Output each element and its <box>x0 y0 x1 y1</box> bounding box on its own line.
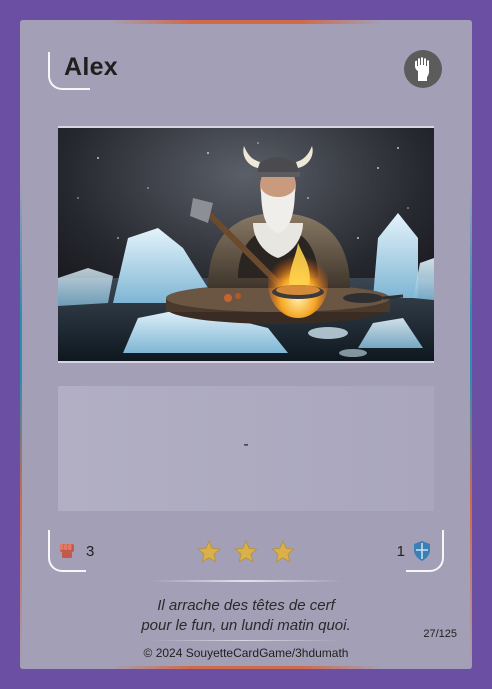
card-artwork <box>58 126 434 363</box>
ability-text: - <box>243 436 249 453</box>
top-accent <box>110 20 382 24</box>
attack-value: 3 <box>86 543 95 560</box>
card-serial-number: 27/125 <box>423 628 457 640</box>
star-icon <box>197 540 221 563</box>
defense-value: 1 <box>396 543 405 560</box>
star-icon <box>234 540 258 563</box>
flavor-separator <box>150 580 342 582</box>
card-type-badge <box>404 50 442 88</box>
flavor-text: Il arrache des têtes de cerf pour le fun… <box>80 596 412 636</box>
copyright-separator <box>150 640 342 641</box>
game-card[interactable]: Alex - 3 1 Il arrache des têtes de cerf … <box>20 20 472 669</box>
shield-icon <box>414 541 430 561</box>
ability-box: - <box>58 386 434 511</box>
hand-icon <box>415 57 429 81</box>
card-name: Alex <box>64 53 119 81</box>
flavor-line-2: pour le fun, un lundi matin quoi. <box>141 617 351 634</box>
copyright-text: © 2024 SouyetteCardGame/3hdumath <box>143 646 349 660</box>
flavor-line-1: Il arrache des têtes de cerf <box>157 597 335 614</box>
viking-artwork <box>58 128 434 361</box>
fist-icon <box>60 544 74 558</box>
bottom-accent <box>110 666 382 669</box>
star-icon <box>271 540 295 563</box>
rarity-stars <box>196 539 296 565</box>
